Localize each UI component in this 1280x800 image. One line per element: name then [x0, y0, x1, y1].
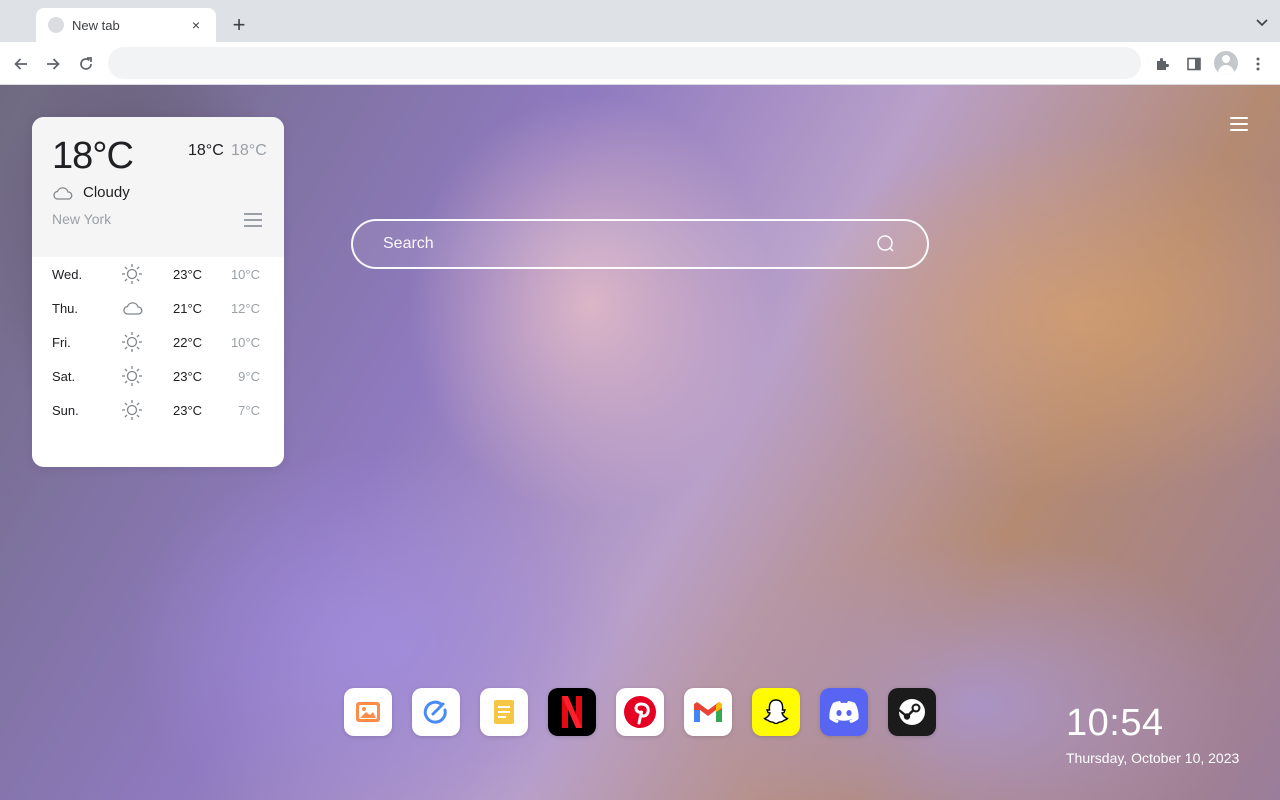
forecast-high: 22°C: [173, 334, 203, 350]
weather-condition: Cloudy: [83, 184, 130, 201]
discord-app-icon[interactable]: [820, 688, 868, 736]
reload-button[interactable]: [73, 51, 99, 77]
forecast-low: 10°C: [230, 266, 260, 282]
clock-date: Thursday, October 10, 2023: [1066, 750, 1240, 766]
weather-forecast-list: Wed. 23°C 10°C Thu. 21°C 12°C Fri. 22°C …: [32, 257, 284, 427]
forecast-high: 23°C: [173, 368, 203, 384]
tab-new-tab[interactable]: New tab ×: [36, 8, 216, 42]
forecast-day: Sat.: [52, 368, 76, 384]
puzzle-icon: [1157, 58, 1169, 70]
search-icon: [877, 235, 894, 252]
avatar-head-icon: [1222, 55, 1230, 63]
tab-strip: New tab × +: [0, 0, 1280, 42]
tab-close-button[interactable]: ×: [188, 17, 204, 33]
steam-app-icon[interactable]: [888, 688, 936, 736]
clip-app-icon[interactable]: [412, 688, 460, 736]
forward-button[interactable]: [40, 51, 66, 77]
more-vert-icon: [1256, 57, 1260, 71]
forecast-row: Thu. 21°C 12°C: [32, 291, 284, 325]
address-bar[interactable]: [108, 47, 1141, 79]
today-low: 18°C: [231, 142, 267, 159]
search-input[interactable]: [383, 235, 875, 253]
forecast-row: Sat. 23°C 9°C: [32, 359, 284, 393]
extensions-button[interactable]: [1149, 51, 1175, 77]
forecast-high: 23°C: [173, 266, 203, 282]
forecast-high: 23°C: [173, 402, 203, 418]
weather-condition-row: Cloudy: [52, 184, 130, 201]
search-box: [351, 219, 929, 269]
weather-current: 18°C 18°C 18°C Cloudy New York: [32, 117, 284, 257]
app-dock: [344, 688, 956, 736]
forecast-row: Sun. 23°C 7°C: [32, 393, 284, 427]
netflix-app-icon[interactable]: [548, 688, 596, 736]
snapchat-app-icon[interactable]: [752, 688, 800, 736]
forecast-low: 12°C: [230, 300, 260, 316]
browser-toolbar: [0, 42, 1280, 85]
forecast-row: Fri. 22°C 10°C: [32, 325, 284, 359]
forecast-day: Sun.: [52, 402, 79, 418]
forecast-low: 7°C: [238, 402, 260, 418]
forecast-day: Fri.: [52, 334, 71, 350]
pinterest-app-icon[interactable]: [616, 688, 664, 736]
chevron-down-icon: [1256, 19, 1268, 27]
search-button[interactable]: [875, 233, 897, 255]
cloud-icon: [53, 186, 73, 200]
side-panel-icon: [1187, 57, 1201, 71]
weather-city: New York: [52, 211, 112, 227]
sun-icon: [120, 364, 144, 388]
side-panel-button[interactable]: [1181, 51, 1207, 77]
cloud-icon: [120, 296, 144, 320]
arrow-left-icon: [14, 58, 27, 70]
reload-icon: [80, 57, 92, 70]
forecast-high: 21°C: [173, 300, 203, 316]
new-tab-page: 18°C 18°C 18°C Cloudy New York Wed. 23°C: [0, 85, 1280, 800]
new-tab-button[interactable]: +: [226, 12, 252, 38]
forecast-row: Wed. 23°C 10°C: [32, 257, 284, 291]
forecast-low: 10°C: [230, 334, 260, 350]
forecast-day: Thu.: [52, 300, 79, 316]
today-high: 18°C: [188, 142, 224, 159]
avatar-body-icon: [1218, 65, 1234, 75]
chrome-menu-button[interactable]: [1245, 51, 1271, 77]
sun-icon: [120, 262, 144, 286]
current-temperature: 18°C: [52, 135, 134, 177]
weather-widget[interactable]: 18°C 18°C 18°C Cloudy New York Wed. 23°C: [32, 117, 284, 467]
arrow-right-icon: [47, 58, 60, 70]
weather-menu-button[interactable]: [244, 213, 262, 227]
notes-app-icon[interactable]: [480, 688, 528, 736]
gmail-app-icon[interactable]: [684, 688, 732, 736]
tab-favicon-icon: [48, 17, 64, 33]
page-menu-button[interactable]: [1230, 117, 1248, 133]
clock-time: 10:54: [1066, 702, 1164, 744]
tab-title: New tab: [72, 17, 120, 33]
profile-avatar[interactable]: [1214, 51, 1238, 75]
forecast-low: 9°C: [238, 368, 260, 384]
sun-icon: [120, 330, 144, 354]
sun-icon: [120, 398, 144, 422]
back-button[interactable]: [8, 51, 34, 77]
photos-app-icon[interactable]: [344, 688, 392, 736]
tab-search-button[interactable]: [1254, 14, 1270, 30]
forecast-day: Wed.: [52, 266, 83, 282]
